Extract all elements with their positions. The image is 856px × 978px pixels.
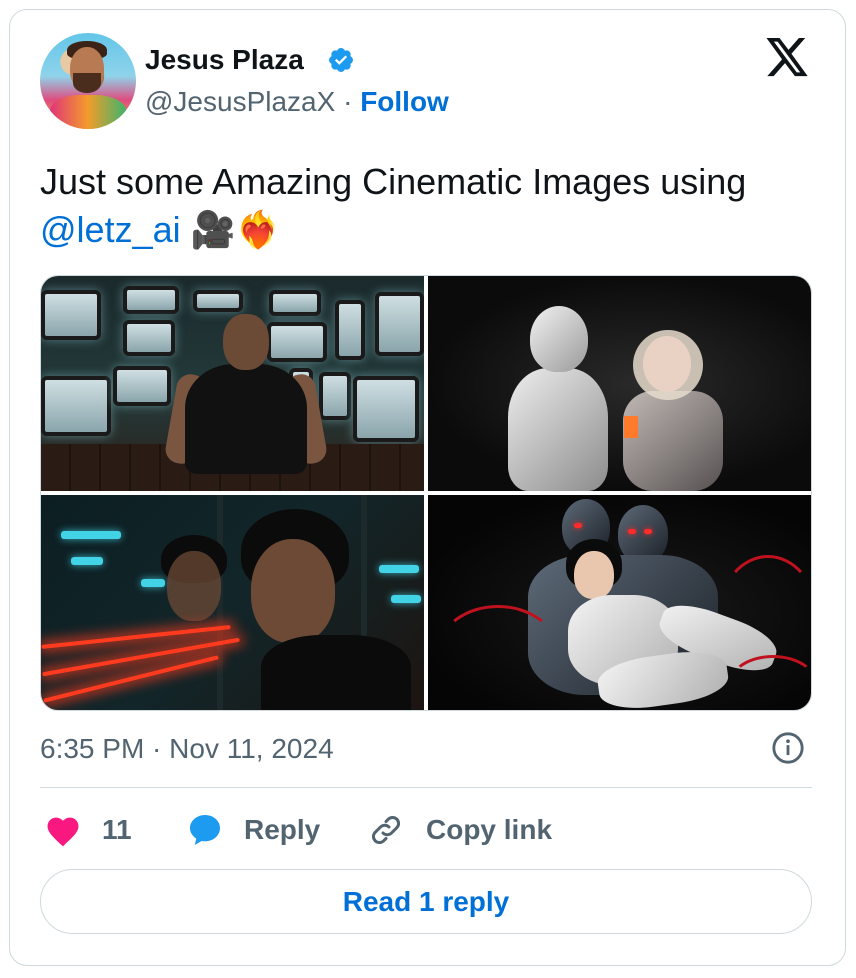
follow-link[interactable]: Follow [360, 86, 449, 117]
link-icon [372, 816, 400, 844]
author-handle-line: @JesusPlazaX · Follow [145, 86, 449, 118]
reply-button[interactable]: Reply [186, 808, 320, 852]
like-count: 11 [102, 814, 132, 845]
heart-icon [47, 817, 79, 847]
tweet-timestamp[interactable]: 6:35 PM · Nov 11, 2024 [40, 733, 334, 765]
reply-bubble-icon [190, 815, 220, 845]
x-logo-icon[interactable] [764, 38, 810, 80]
author-handle[interactable]: @JesusPlazaX [145, 86, 335, 117]
copy-link-button[interactable]: Copy link [368, 808, 552, 852]
tv-wall-man-image[interactable] [41, 276, 424, 491]
like-button[interactable]: 11 [44, 808, 132, 852]
tweet-body: Just some Amazing Cinematic Images using [40, 161, 747, 202]
media-grid [40, 275, 812, 711]
read-replies-button[interactable]: Read 1 reply [40, 869, 812, 934]
author-avatar[interactable] [40, 33, 136, 129]
verified-badge-icon [329, 48, 353, 72]
mention-link[interactable]: @letz_ai [40, 209, 181, 250]
robots-woman-image[interactable] [428, 495, 811, 710]
info-icon[interactable] [771, 731, 805, 765]
handle-separator: · [343, 86, 353, 117]
tweet-emojis: 🎥❤️‍🔥 [190, 209, 281, 250]
copy-link-label: Copy link [426, 814, 553, 845]
neon-window-image[interactable] [41, 495, 424, 710]
author-name[interactable]: Jesus Plaza [145, 44, 304, 76]
reply-label: Reply [244, 814, 321, 845]
actions-divider [40, 787, 812, 788]
robot-embrace-image[interactable] [428, 276, 811, 491]
read-replies-label: Read 1 reply [342, 885, 510, 917]
tweet-text: Just some Amazing Cinematic Images using… [40, 158, 820, 254]
